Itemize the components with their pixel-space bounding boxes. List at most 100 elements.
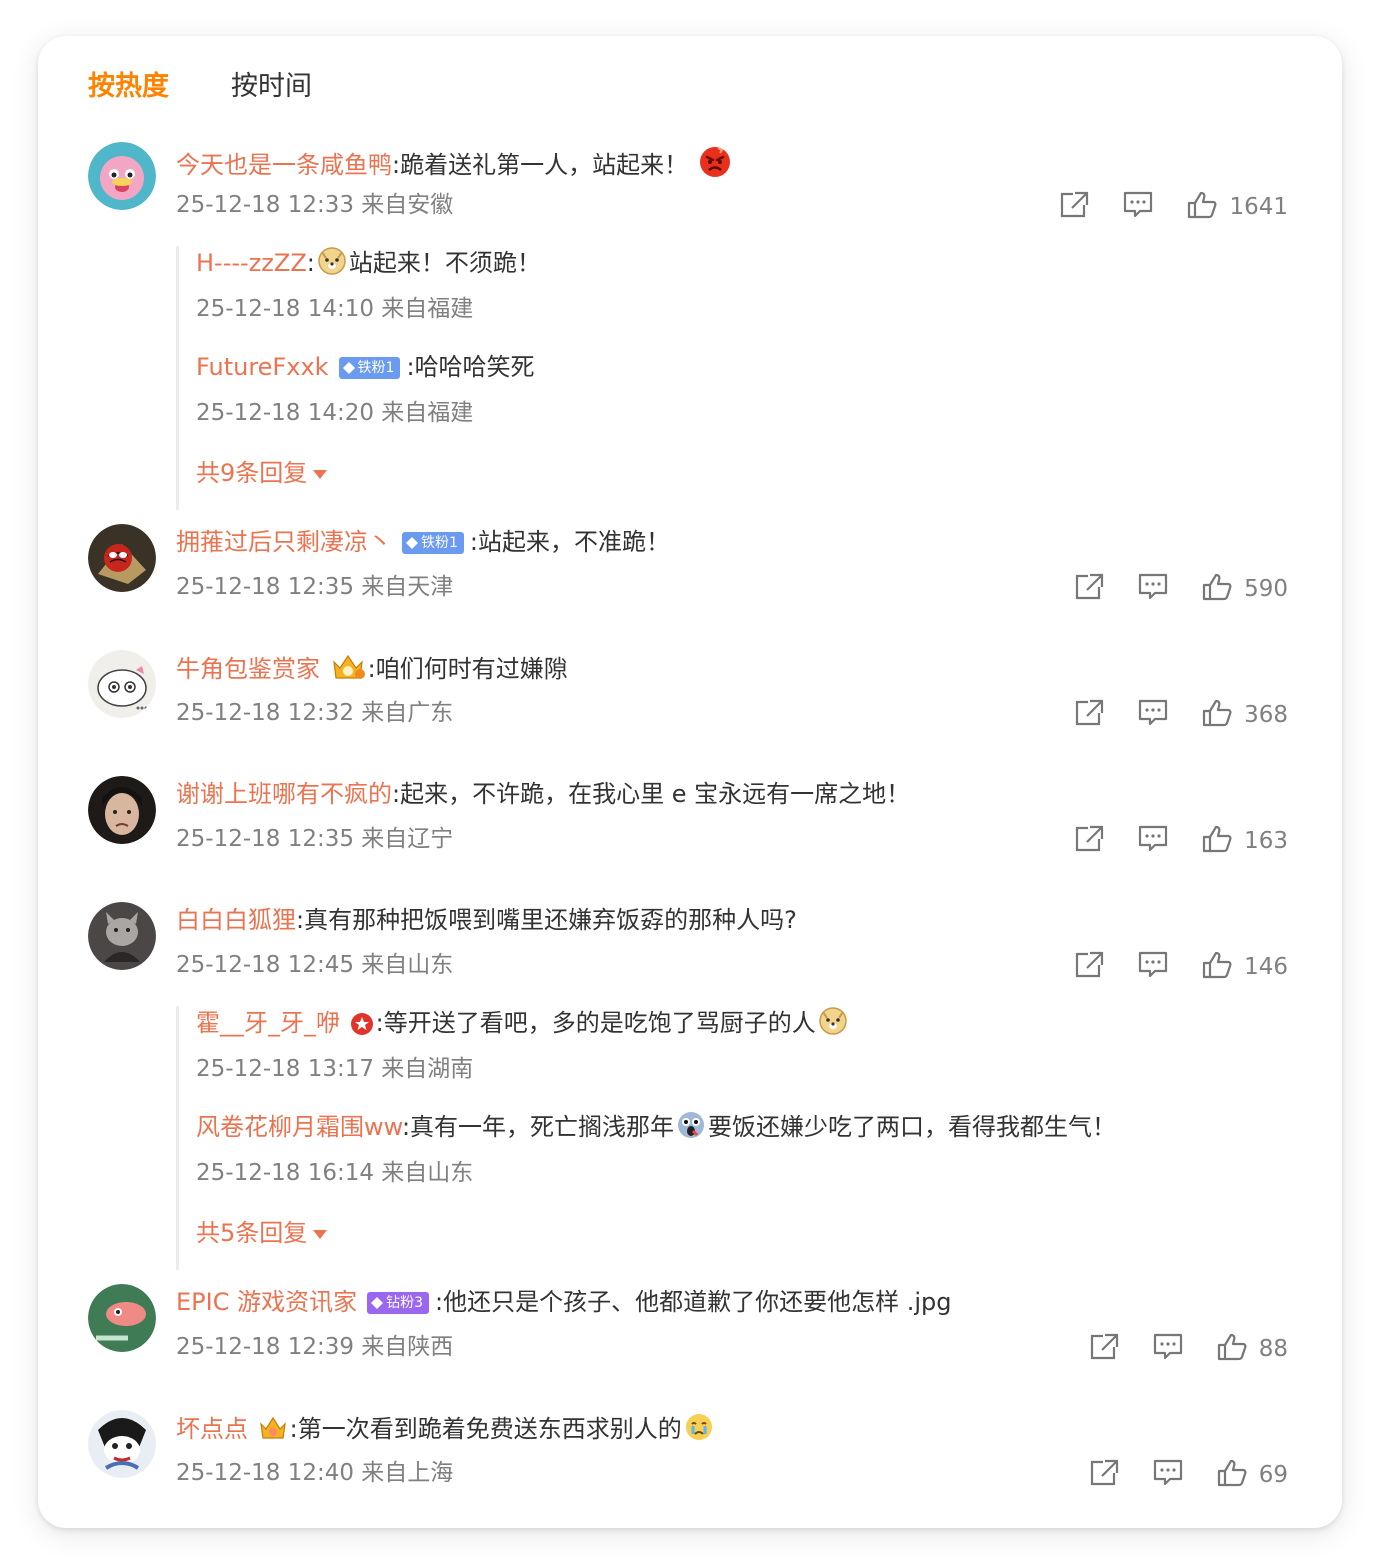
reply-text: 等开送了看吧，多的是吃饱了骂厨子的人 — [383, 1009, 816, 1037]
diamond-icon — [406, 534, 418, 556]
username[interactable]: 白白白狐狸 — [176, 906, 296, 934]
reply-button[interactable] — [1153, 1459, 1183, 1491]
share-icon — [1074, 699, 1104, 731]
username[interactable]: 谢谢上班哪有不疯的 — [176, 780, 392, 808]
reply-item: H----zzZZ: 站起来！不须跪！ 25-12-18 14:10 来自福建 — [179, 246, 1276, 350]
username[interactable]: 霍__牙_牙_咿 — [196, 1009, 340, 1037]
reply-button[interactable] — [1138, 825, 1168, 857]
avatar[interactable] — [88, 1284, 156, 1352]
comment-text: 跪着送礼第一人，站起来！ — [400, 151, 689, 179]
comment-actions: 1641 — [1059, 190, 1288, 224]
username[interactable]: 风卷花柳月霜围ww — [196, 1113, 402, 1141]
doge-icon — [818, 1006, 848, 1045]
share-button[interactable] — [1074, 699, 1104, 731]
comment-text: 第一次看到跪着免费送东西求别人的 — [297, 1415, 682, 1443]
comment-text: 真有那种把饭喂到嘴里还嫌弃饭孬的那种人吗? — [304, 906, 797, 934]
username[interactable]: FutureFxxk — [196, 353, 329, 381]
share-button[interactable] — [1074, 825, 1104, 857]
comment-icon — [1153, 1333, 1183, 1365]
like-button[interactable]: 590 — [1202, 573, 1288, 605]
username[interactable]: 拥蓷过后只剩凄凉丶 — [176, 528, 392, 556]
comment-actions: 590 — [1074, 572, 1288, 606]
thumbs-up-icon — [1202, 951, 1232, 983]
thumbs-up-icon — [1202, 825, 1232, 857]
share-button[interactable] — [1089, 1459, 1119, 1491]
share-icon — [1089, 1333, 1119, 1365]
reply-button[interactable] — [1138, 573, 1168, 605]
red-star-badge-icon — [350, 1011, 374, 1045]
like-count: 146 — [1244, 954, 1288, 980]
comment-text: 咱们何时有过嫌隙 — [375, 655, 568, 683]
share-icon — [1074, 825, 1104, 857]
username[interactable]: 牛角包鉴赏家 — [176, 655, 320, 683]
comment-meta: 25-12-18 12:40 来自上海 — [176, 1460, 454, 1486]
comment-item: 白白白狐狸:真有那种把饭喂到嘴里还嫌弃饭孬的那种人吗? 25-12-18 12:… — [88, 902, 1288, 982]
like-count: 163 — [1244, 828, 1288, 854]
reply-button[interactable] — [1138, 699, 1168, 731]
avatar[interactable] — [88, 142, 156, 210]
username[interactable]: 坏点点 — [176, 1415, 248, 1443]
avatar[interactable] — [88, 902, 156, 970]
avatar[interactable] — [88, 650, 156, 718]
crown-medal-icon — [258, 1414, 288, 1450]
avatar[interactable] — [88, 776, 156, 844]
share-button[interactable] — [1074, 573, 1104, 605]
expand-replies-button[interactable]: 共9条回复 — [179, 454, 1276, 510]
comment-actions: 163 — [1074, 824, 1288, 858]
share-icon — [1089, 1459, 1119, 1491]
like-button[interactable]: 163 — [1202, 825, 1288, 857]
comment-meta: 25-12-18 12:32 来自广东 — [176, 700, 454, 726]
thumbs-up-icon — [1202, 573, 1232, 605]
username[interactable]: EPIC 游戏资讯家 — [176, 1288, 357, 1316]
doge-icon — [317, 246, 347, 285]
comment-icon — [1138, 825, 1168, 857]
thumbs-up-icon — [1202, 699, 1232, 731]
caret-down-icon — [313, 1214, 328, 1248]
reply-meta: 25-12-18 16:14 来自山东 — [196, 1160, 474, 1186]
comment-actions: 88 — [1089, 1332, 1288, 1366]
share-button[interactable] — [1089, 1333, 1119, 1365]
username[interactable]: 今天也是一条咸鱼鸭 — [176, 151, 392, 179]
comment-actions: 368 — [1074, 698, 1288, 732]
like-button[interactable]: 88 — [1217, 1333, 1288, 1365]
like-count: 368 — [1244, 702, 1288, 728]
comment-meta: 25-12-18 12:45 来自山东 — [176, 952, 454, 978]
reply-text-continued: 要饭还嫌少吃了两口，看得我都生气！ — [708, 1113, 1117, 1141]
like-button[interactable]: 1641 — [1187, 191, 1288, 223]
comment-text: 他还只是个孩子、他都道歉了你还要他怎样 .jpg — [443, 1288, 952, 1316]
comment-item: EPIC 游戏资讯家 钻粉3:他还只是个孩子、他都道歉了你还要他怎样 .jpg 2… — [88, 1284, 1288, 1364]
reply-text: 哈哈哈笑死 — [414, 353, 535, 381]
share-icon — [1059, 191, 1089, 223]
comment-item: 谢谢上班哪有不疯的:起来，不许跪，在我心里 e 宝永远有一席之地！ 25-12-… — [88, 776, 1288, 856]
crown-medal-icon — [330, 652, 366, 690]
like-count: 590 — [1244, 576, 1288, 602]
reply-button[interactable] — [1123, 191, 1153, 223]
like-button[interactable]: 368 — [1202, 699, 1288, 731]
reply-item: FutureFxxk 铁粉1:哈哈哈笑死 25-12-18 14:20 来自福建 — [196, 353, 535, 426]
avatar[interactable] — [88, 1410, 156, 1478]
reply-button[interactable] — [1138, 951, 1168, 983]
share-button[interactable] — [1059, 191, 1089, 223]
like-button[interactable]: 69 — [1217, 1459, 1288, 1491]
comment-item: 拥蓷过后只剩凄凉丶 铁粉1:站起来，不准跪！ 25-12-18 12:35 来自天… — [88, 524, 1288, 604]
reply-thread: H----zzZZ: 站起来！不须跪！ 25-12-18 14:10 来自福建 F… — [176, 246, 1276, 510]
scared-face-icon — [676, 1110, 706, 1149]
like-button[interactable]: 146 — [1202, 951, 1288, 983]
expand-replies-button[interactable]: 共5条回复 — [179, 1214, 1276, 1270]
tab-sort-by-hot[interactable]: 按热度 — [88, 70, 169, 104]
comment-actions: 69 — [1089, 1458, 1288, 1492]
avatar[interactable] — [88, 524, 156, 592]
thumbs-up-icon — [1217, 1459, 1247, 1491]
reply-text: 真有一年，死亡搁浅那年 — [410, 1113, 675, 1141]
like-count: 88 — [1258, 1336, 1288, 1362]
reply-text: 站起来！不须跪！ — [348, 249, 541, 277]
share-button[interactable] — [1074, 951, 1104, 983]
caret-down-icon — [313, 454, 328, 488]
comment-meta: 25-12-18 12:35 来自辽宁 — [176, 826, 454, 852]
username[interactable]: H----zzZZ — [196, 249, 307, 277]
reply-button[interactable] — [1153, 1333, 1183, 1365]
reply-thread: 霍__牙_牙_咿 :等开送了看吧，多的是吃饱了骂厨子的人 25-12-18 13… — [176, 1006, 1276, 1270]
reply-item: 风卷花柳月霜围ww:真有一年，死亡搁浅那年 要饭还嫌少吃了两口，看得我都生气！ 2… — [179, 1110, 1276, 1214]
comment-icon — [1138, 699, 1168, 731]
tab-sort-by-time[interactable]: 按时间 — [231, 70, 312, 104]
